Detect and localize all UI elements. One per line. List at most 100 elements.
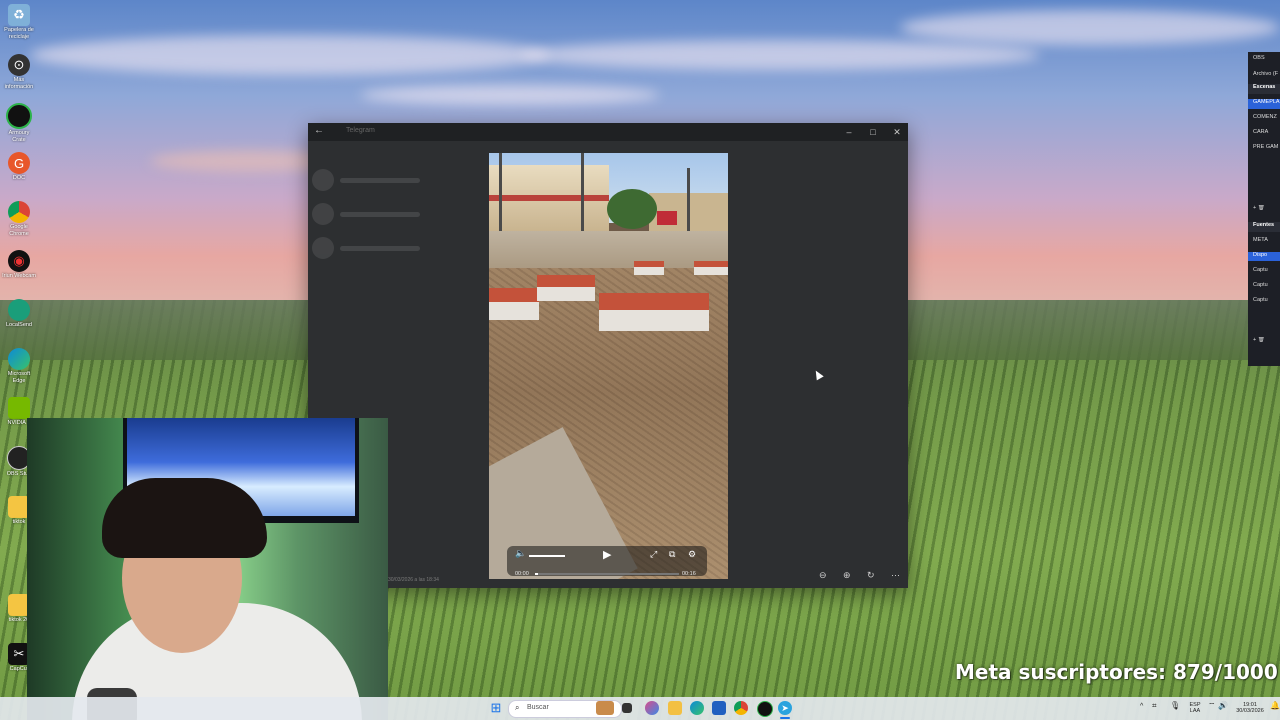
volume-slider[interactable] — [529, 555, 565, 557]
obs-scene-item[interactable]: PRE GAM — [1248, 144, 1280, 150]
desktop-icon-label: DOC — [12, 175, 26, 181]
chrome-taskbar-icon[interactable] — [734, 701, 748, 715]
clock[interactable]: 19:01 30/03/2026 — [1232, 702, 1268, 714]
zoom-out-icon[interactable]: ⊖ — [819, 570, 827, 581]
language-indicator[interactable]: ESP LAA — [1188, 702, 1202, 714]
fullscreen-icon[interactable]: ⤢ — [650, 549, 657, 560]
desktop-icon-info[interactable]: ⊙ Más información — [2, 54, 36, 91]
clock-date: 30/03/2026 — [1236, 708, 1264, 714]
telegram-taskbar-icon[interactable]: ➤ — [778, 701, 792, 715]
seek-progress — [535, 573, 538, 575]
desktop-icon-edge[interactable]: Microsoft Edge — [2, 348, 36, 385]
info-icon: ⊙ — [8, 54, 30, 76]
video-frame-tree — [607, 189, 657, 229]
seek-bar[interactable] — [535, 573, 679, 575]
obs-source-item[interactable]: Dispo — [1248, 252, 1280, 261]
obs-menu-file[interactable]: Archivo (F — [1248, 71, 1280, 77]
volume-icon[interactable]: 🔈 — [515, 548, 526, 559]
window-titlebar: ← Telegram – □ ✕ — [308, 123, 908, 141]
active-app-indicator — [780, 717, 790, 719]
tray-overflow-icon[interactable]: ^ — [1140, 703, 1143, 710]
search-highlight-icon[interactable] — [596, 701, 614, 715]
zoom-in-icon[interactable]: ⊕ — [843, 570, 851, 581]
play-icon[interactable]: ▶ — [603, 548, 611, 561]
desktop-icon-webcam[interactable]: ◉ Iriun Webcam — [2, 250, 36, 280]
desktop-icon-localsend[interactable]: LocalSend — [2, 299, 36, 329]
webcam-person-hair — [102, 478, 267, 558]
desktop-icon-chrome[interactable]: Google Chrome — [2, 201, 36, 238]
desktop-icon-label: Microsoft Edge — [7, 371, 31, 384]
search-placeholder: Buscar — [527, 704, 549, 711]
close-icon[interactable]: ✕ — [886, 125, 908, 139]
webcam-app-icon: ◉ — [8, 250, 30, 272]
obs-add-source-icon[interactable]: + 🗑 — [1248, 337, 1280, 343]
desktop-icon-label: Armoury Crate — [8, 130, 30, 143]
armoury-crate-icon — [6, 103, 32, 129]
file-explorer-icon[interactable] — [668, 701, 682, 715]
wifi-icon[interactable]: ⌔ — [1208, 702, 1216, 710]
maximize-icon[interactable]: □ — [862, 125, 884, 139]
taskbar: ⊞ ⌕ Buscar ➤ ^ ⌗ 🎙 ESP LAA ⌔ 🔊 19:01 30/… — [0, 697, 1280, 720]
video-frame-plaza — [489, 231, 728, 271]
list-item — [312, 163, 482, 197]
obs-source-item[interactable]: Captu — [1248, 267, 1280, 273]
doc-app-icon: G — [8, 152, 30, 174]
desktop-icon-label: Papelera de reciclaje — [4, 27, 34, 40]
desktop-icon-label: Iriun Webcam — [2, 273, 36, 279]
desktop-icon-doc[interactable]: G DOC — [2, 152, 36, 182]
volume-tray-icon[interactable]: 🔊 — [1218, 702, 1228, 710]
localsend-icon — [8, 299, 30, 321]
chrome-icon — [8, 201, 30, 223]
wallpaper-cloud — [360, 85, 660, 105]
copilot-icon[interactable] — [645, 701, 659, 715]
window-title: Telegram — [346, 127, 375, 134]
more-icon[interactable]: ⋯ — [891, 570, 900, 581]
windows-start-icon[interactable]: ⊞ — [489, 700, 503, 715]
obs-scenes-header: Escenas — [1248, 84, 1280, 94]
obs-scene-item[interactable]: GAMEPLA — [1248, 99, 1280, 109]
obs-source-item[interactable]: META — [1248, 237, 1280, 243]
video-frame-bench — [489, 288, 539, 320]
video-frame-sign — [657, 211, 677, 225]
video-frame-bench — [599, 293, 709, 331]
pip-icon[interactable]: ⧉ — [669, 549, 675, 560]
minimize-icon[interactable]: – — [838, 125, 860, 139]
back-arrow-icon[interactable]: ← — [314, 125, 324, 136]
video-player[interactable]: 🔈 ▶ ⤢ ⧉ ⚙ 00:00 00:16 — [489, 153, 728, 579]
duration: 00:16 — [682, 571, 696, 577]
obs-title: OBS — [1253, 55, 1265, 61]
desktop-icon-armoury[interactable]: Armoury Crate — [2, 103, 36, 144]
video-frame-bench — [694, 261, 728, 275]
obs-add-scene-icon[interactable]: + 🗑 — [1248, 205, 1280, 211]
store-icon[interactable] — [712, 701, 726, 715]
obs-scene-item[interactable]: CARA — [1248, 129, 1280, 135]
rotate-icon[interactable]: ↻ — [867, 570, 875, 581]
chat-list-background — [312, 163, 482, 265]
task-view-icon[interactable] — [622, 703, 632, 713]
list-item — [312, 231, 482, 265]
edge-taskbar-icon[interactable] — [690, 701, 704, 715]
mic-icon[interactable]: 🎙 — [1170, 702, 1180, 710]
video-frame-bench — [537, 275, 595, 301]
desktop-icon-label: LocalSend — [6, 322, 32, 328]
media-date: 30/03/2026 a las 18:34 — [388, 577, 439, 583]
tray-app-icon[interactable]: ⌗ — [1152, 702, 1157, 710]
settings-icon[interactable]: ⚙ — [688, 549, 696, 560]
wallpaper-cloud — [900, 10, 1280, 45]
notifications-icon[interactable]: 🔔 — [1270, 702, 1280, 710]
video-frame-bench — [634, 261, 664, 275]
video-frame-building — [489, 165, 609, 233]
telegram-media-viewer: ← Telegram – □ ✕ 30/03/2026 a las 18:34 … — [308, 123, 908, 588]
video-controls: 🔈 ▶ ⤢ ⧉ ⚙ 00:00 00:16 — [507, 546, 707, 577]
obs-source-item[interactable]: Captu — [1248, 282, 1280, 288]
list-item — [312, 197, 482, 231]
region-code: LAA — [1189, 708, 1201, 714]
search-icon: ⌕ — [515, 703, 520, 712]
obs-source-item[interactable]: Captu — [1248, 297, 1280, 303]
armoury-taskbar-icon[interactable] — [757, 701, 773, 717]
edge-icon — [8, 348, 30, 370]
desktop-icon-recycle-bin[interactable]: ♻ Papelera de reciclaje — [2, 4, 36, 41]
obs-window: OBS Archivo (F Escenas GAMEPLA COMENZ CA… — [1248, 52, 1280, 366]
nvidia-icon — [8, 397, 30, 419]
obs-scene-item[interactable]: COMENZ — [1248, 114, 1280, 120]
